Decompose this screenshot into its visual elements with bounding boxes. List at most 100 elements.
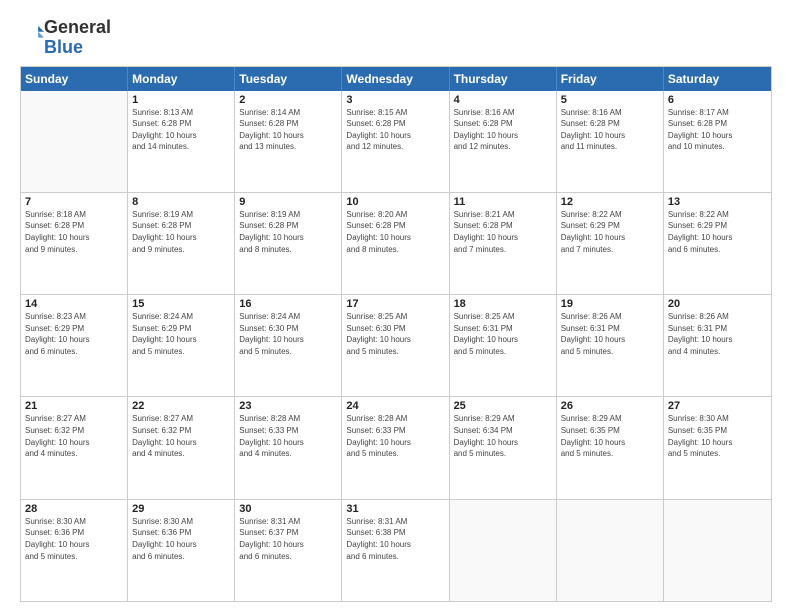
empty-cell-4-6 bbox=[664, 500, 771, 601]
day-info: Sunrise: 8:30 AMSunset: 6:36 PMDaylight:… bbox=[132, 516, 230, 562]
day-cell-14: 14Sunrise: 8:23 AMSunset: 6:29 PMDayligh… bbox=[21, 295, 128, 396]
day-cell-17: 17Sunrise: 8:25 AMSunset: 6:30 PMDayligh… bbox=[342, 295, 449, 396]
weekday-header-sunday: Sunday bbox=[21, 67, 128, 91]
day-number: 8 bbox=[132, 196, 230, 208]
day-info: Sunrise: 8:28 AMSunset: 6:33 PMDaylight:… bbox=[346, 413, 444, 459]
logo-text: General Blue bbox=[44, 18, 111, 58]
calendar-row-2: 14Sunrise: 8:23 AMSunset: 6:29 PMDayligh… bbox=[21, 295, 771, 397]
calendar: SundayMondayTuesdayWednesdayThursdayFrid… bbox=[20, 66, 772, 602]
empty-cell-0-0 bbox=[21, 91, 128, 192]
day-cell-28: 28Sunrise: 8:30 AMSunset: 6:36 PMDayligh… bbox=[21, 500, 128, 601]
day-cell-18: 18Sunrise: 8:25 AMSunset: 6:31 PMDayligh… bbox=[450, 295, 557, 396]
day-number: 24 bbox=[346, 400, 444, 412]
day-info: Sunrise: 8:29 AMSunset: 6:35 PMDaylight:… bbox=[561, 413, 659, 459]
day-cell-25: 25Sunrise: 8:29 AMSunset: 6:34 PMDayligh… bbox=[450, 397, 557, 498]
calendar-row-0: 1Sunrise: 8:13 AMSunset: 6:28 PMDaylight… bbox=[21, 91, 771, 193]
day-number: 23 bbox=[239, 400, 337, 412]
day-cell-2: 2Sunrise: 8:14 AMSunset: 6:28 PMDaylight… bbox=[235, 91, 342, 192]
day-number: 15 bbox=[132, 298, 230, 310]
day-number: 11 bbox=[454, 196, 552, 208]
day-info: Sunrise: 8:28 AMSunset: 6:33 PMDaylight:… bbox=[239, 413, 337, 459]
weekday-header-monday: Monday bbox=[128, 67, 235, 91]
day-cell-6: 6Sunrise: 8:17 AMSunset: 6:28 PMDaylight… bbox=[664, 91, 771, 192]
calendar-row-4: 28 Sunrise: 8:30 AMSunset: 6:36 PMDayligh… bbox=[21, 500, 771, 601]
weekday-header-friday: Friday bbox=[557, 67, 664, 91]
day-info: Sunrise: 8:27 AMSunset: 6:32 PMDaylight:… bbox=[132, 413, 230, 459]
day-info: Sunrise: 8:18 AMSunset: 6:28 PMDaylight:… bbox=[25, 209, 123, 255]
day-cell-13: 13Sunrise: 8:22 AMSunset: 6:29 PMDayligh… bbox=[664, 193, 771, 294]
day-cell-9: 9Sunrise: 8:19 AMSunset: 6:28 PMDaylight… bbox=[235, 193, 342, 294]
calendar-row-3: 21Sunrise: 8:27 AMSunset: 6:32 PMDayligh… bbox=[21, 397, 771, 499]
day-number: 19 bbox=[561, 298, 659, 310]
day-info: Sunrise: 8:19 AMSunset: 6:28 PMDaylight:… bbox=[132, 209, 230, 255]
day-info: Sunrise: 8:26 AMSunset: 6:31 PMDaylight:… bbox=[561, 311, 659, 357]
day-number: 10 bbox=[346, 196, 444, 208]
logo-general: General bbox=[44, 17, 111, 37]
logo: General Blue bbox=[20, 18, 111, 58]
day-number: 12 bbox=[561, 196, 659, 208]
day-info: Sunrise: 8:20 AMSunset: 6:28 PMDaylight:… bbox=[346, 209, 444, 255]
day-cell-20: 20Sunrise: 8:26 AMSunset: 6:31 PMDayligh… bbox=[664, 295, 771, 396]
day-number: 4 bbox=[454, 94, 552, 106]
day-number: 9 bbox=[239, 196, 337, 208]
day-cell-21: 21Sunrise: 8:27 AMSunset: 6:32 PMDayligh… bbox=[21, 397, 128, 498]
day-info: Sunrise: 8:16 AMSunset: 6:28 PMDaylight:… bbox=[561, 107, 659, 153]
day-info: Sunrise: 8:16 AMSunset: 6:28 PMDaylight:… bbox=[454, 107, 552, 153]
day-cell-23: 23Sunrise: 8:28 AMSunset: 6:33 PMDayligh… bbox=[235, 397, 342, 498]
day-number: 2 bbox=[239, 94, 337, 106]
day-cell-11: 11Sunrise: 8:21 AMSunset: 6:28 PMDayligh… bbox=[450, 193, 557, 294]
day-info: Sunrise: 8:30 AMSunset: 6:35 PMDaylight:… bbox=[668, 413, 767, 459]
day-info: Sunrise: 8:21 AMSunset: 6:28 PMDaylight:… bbox=[454, 209, 552, 255]
day-info: Sunrise: 8:25 AMSunset: 6:30 PMDaylight:… bbox=[346, 311, 444, 357]
day-info: Sunrise: 8:13 AMSunset: 6:28 PMDaylight:… bbox=[132, 107, 230, 153]
day-cell-5: 5Sunrise: 8:16 AMSunset: 6:28 PMDaylight… bbox=[557, 91, 664, 192]
weekday-header-wednesday: Wednesday bbox=[342, 67, 449, 91]
day-cell-8: 8Sunrise: 8:19 AMSunset: 6:28 PMDaylight… bbox=[128, 193, 235, 294]
day-number: 5 bbox=[561, 94, 659, 106]
day-number: 14 bbox=[25, 298, 123, 310]
day-cell-16: 16Sunrise: 8:24 AMSunset: 6:30 PMDayligh… bbox=[235, 295, 342, 396]
day-cell-30: 30Sunrise: 8:31 AMSunset: 6:37 PMDayligh… bbox=[235, 500, 342, 601]
day-info: Sunrise: 8:29 AMSunset: 6:34 PMDaylight:… bbox=[454, 413, 552, 459]
day-cell-27: 27Sunrise: 8:30 AMSunset: 6:35 PMDayligh… bbox=[664, 397, 771, 498]
day-cell-19: 19Sunrise: 8:26 AMSunset: 6:31 PMDayligh… bbox=[557, 295, 664, 396]
calendar-header: SundayMondayTuesdayWednesdayThursdayFrid… bbox=[21, 67, 771, 91]
calendar-row-1: 7Sunrise: 8:18 AMSunset: 6:28 PMDaylight… bbox=[21, 193, 771, 295]
day-number: 25 bbox=[454, 400, 552, 412]
calendar-body: 1Sunrise: 8:13 AMSunset: 6:28 PMDaylight… bbox=[21, 91, 771, 601]
day-cell-29: 29Sunrise: 8:30 AMSunset: 6:36 PMDayligh… bbox=[128, 500, 235, 601]
empty-cell-4-4 bbox=[450, 500, 557, 601]
day-cell-7: 7Sunrise: 8:18 AMSunset: 6:28 PMDaylight… bbox=[21, 193, 128, 294]
header: General Blue bbox=[20, 18, 772, 58]
day-number: 31 bbox=[346, 503, 444, 515]
weekday-header-thursday: Thursday bbox=[450, 67, 557, 91]
day-number: 13 bbox=[668, 196, 767, 208]
day-info: Sunrise: 8:26 AMSunset: 6:31 PMDaylight:… bbox=[668, 311, 767, 357]
day-number: 28 bbox=[25, 503, 123, 515]
day-info: Sunrise: 8:23 AMSunset: 6:29 PMDaylight:… bbox=[25, 311, 123, 357]
day-number: 27 bbox=[668, 400, 767, 412]
day-info: Sunrise: 8:15 AMSunset: 6:28 PMDaylight:… bbox=[346, 107, 444, 153]
day-cell-1: 1Sunrise: 8:13 AMSunset: 6:28 PMDaylight… bbox=[128, 91, 235, 192]
day-cell-31: 31Sunrise: 8:31 AMSunset: 6:38 PMDayligh… bbox=[342, 500, 449, 601]
logo-icon bbox=[22, 23, 44, 45]
day-number: 18 bbox=[454, 298, 552, 310]
weekday-header-saturday: Saturday bbox=[664, 67, 771, 91]
page: General Blue SundayMondayTuesdayWednesda… bbox=[0, 0, 792, 612]
logo-blue: Blue bbox=[44, 37, 83, 57]
day-info: Sunrise: 8:24 AMSunset: 6:30 PMDaylight:… bbox=[239, 311, 337, 357]
weekday-header-tuesday: Tuesday bbox=[235, 67, 342, 91]
day-cell-24: 24Sunrise: 8:28 AMSunset: 6:33 PMDayligh… bbox=[342, 397, 449, 498]
day-number: 3 bbox=[346, 94, 444, 106]
day-number: 29 bbox=[132, 503, 230, 515]
day-number: 6 bbox=[668, 94, 767, 106]
day-info: Sunrise: 8:25 AMSunset: 6:31 PMDaylight:… bbox=[454, 311, 552, 357]
day-cell-22: 22Sunrise: 8:27 AMSunset: 6:32 PMDayligh… bbox=[128, 397, 235, 498]
day-cell-26: 26Sunrise: 8:29 AMSunset: 6:35 PMDayligh… bbox=[557, 397, 664, 498]
day-info: Sunrise: 8:14 AMSunset: 6:28 PMDaylight:… bbox=[239, 107, 337, 153]
empty-cell-4-5 bbox=[557, 500, 664, 601]
day-info: Sunrise: 8:22 AMSunset: 6:29 PMDaylight:… bbox=[561, 209, 659, 255]
day-number: 7 bbox=[25, 196, 123, 208]
day-cell-15: 15Sunrise: 8:24 AMSunset: 6:29 PMDayligh… bbox=[128, 295, 235, 396]
day-number: 30 bbox=[239, 503, 337, 515]
